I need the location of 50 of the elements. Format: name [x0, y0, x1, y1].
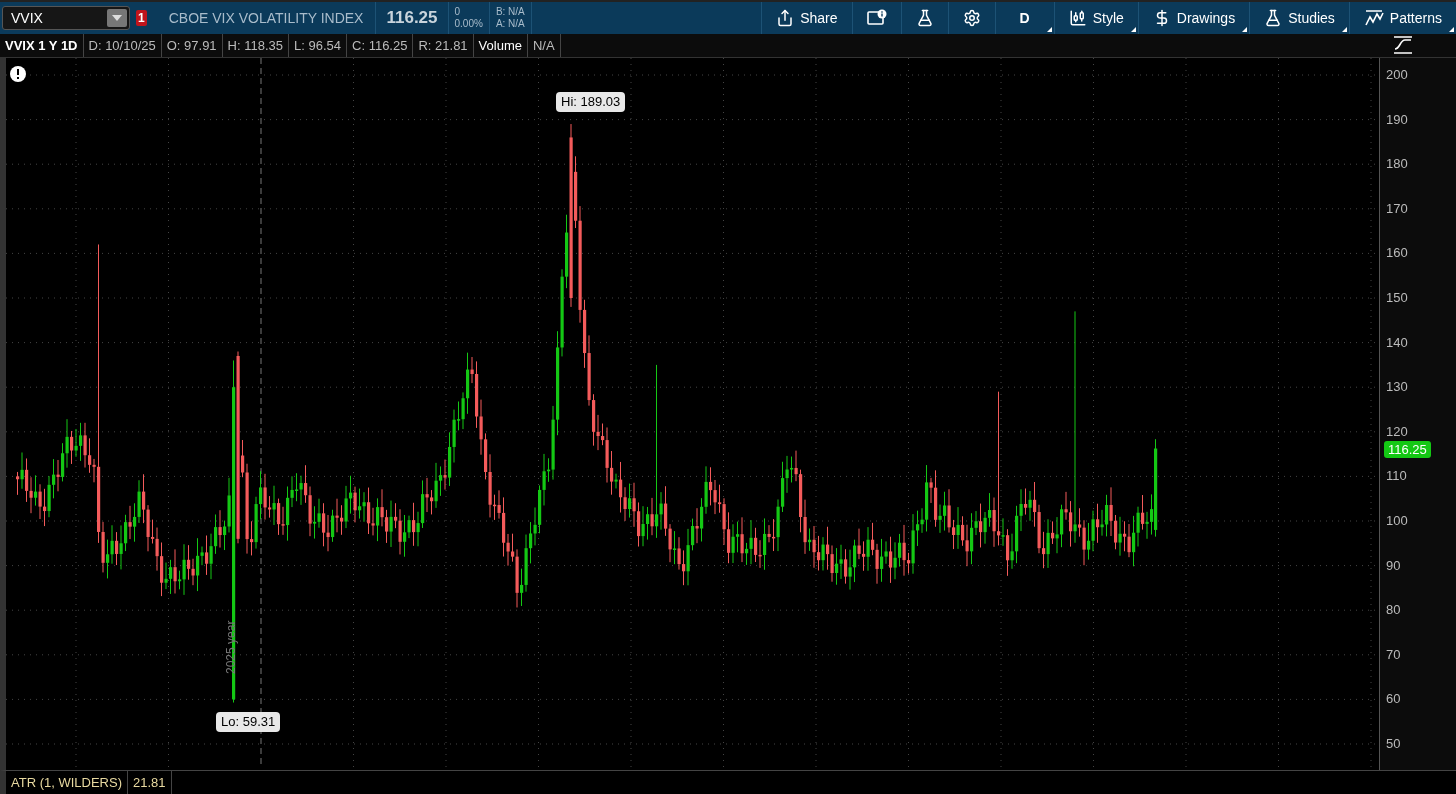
- axis-label: 100: [1386, 514, 1408, 528]
- curve-scale-icon[interactable]: [1392, 35, 1414, 55]
- axis-label: 80: [1386, 603, 1401, 618]
- ohlc-field: N/A: [528, 34, 561, 57]
- bid-price: B: N/A: [495, 6, 525, 18]
- share-icon: [776, 9, 795, 27]
- axis-label: 140: [1386, 335, 1408, 350]
- axis-label: 70: [1386, 647, 1401, 662]
- ohlc-field: L: 96.54: [289, 34, 348, 57]
- alert-icon[interactable]: [10, 66, 26, 82]
- axis-label: 90: [1386, 558, 1401, 573]
- ohlc-field: H: 118.35: [222, 34, 290, 57]
- axis-label: 200: [1386, 68, 1408, 82]
- alert-badge[interactable]: 1: [136, 10, 147, 26]
- dropdown-button[interactable]: [107, 9, 127, 27]
- caret-icon: [112, 15, 122, 21]
- axis-label: 190: [1386, 112, 1408, 127]
- ohlc-field: R: 21.81: [413, 34, 474, 57]
- axis-label: 110: [1386, 469, 1407, 484]
- axis-label: 170: [1386, 201, 1408, 216]
- flask-icon: [915, 9, 934, 27]
- last-price: 116.25: [386, 7, 438, 30]
- axis-label: 130: [1386, 380, 1408, 395]
- axis-label: 160: [1386, 246, 1408, 261]
- ohlc-field: O: 97.91: [161, 34, 223, 57]
- study-name: ATR (1, WILDERS): [6, 771, 128, 794]
- net-change: 0: [454, 6, 462, 18]
- symbol-field[interactable]: VVIX: [2, 6, 130, 30]
- chart-title: VVIX 1 Y 1D: [0, 34, 84, 57]
- flask-icon: [1264, 9, 1283, 27]
- percent-change: 0.00%: [454, 18, 483, 30]
- axis-label: 50: [1386, 737, 1401, 751]
- pattern-icon: [1363, 9, 1384, 27]
- ohlc-field: D: 10/10/25: [83, 34, 162, 57]
- low-price-callout: Lo: 59.31: [216, 712, 281, 732]
- settings-icon: [962, 9, 981, 27]
- ohlc-field: Volume: [473, 34, 528, 57]
- study-value: 21.81: [128, 771, 172, 794]
- ask-price: A: N/A: [495, 18, 525, 30]
- axis-label: 60: [1386, 692, 1401, 707]
- ohlc-field: C: 116.25: [347, 34, 414, 57]
- info-window-icon: [866, 9, 887, 27]
- axis-label: 180: [1386, 157, 1408, 172]
- axis-label: 150: [1386, 291, 1408, 305]
- high-price-callout: Hi: 189.03: [556, 92, 626, 112]
- axis-label: 120: [1386, 424, 1408, 439]
- last-price-marker: 116.25: [1384, 440, 1431, 458]
- instrument-description: CBOE VIX VOLATILITY INDEX: [168, 8, 364, 28]
- candlestick-icon: [1068, 9, 1087, 27]
- year-marker: 2025 year: [223, 619, 239, 674]
